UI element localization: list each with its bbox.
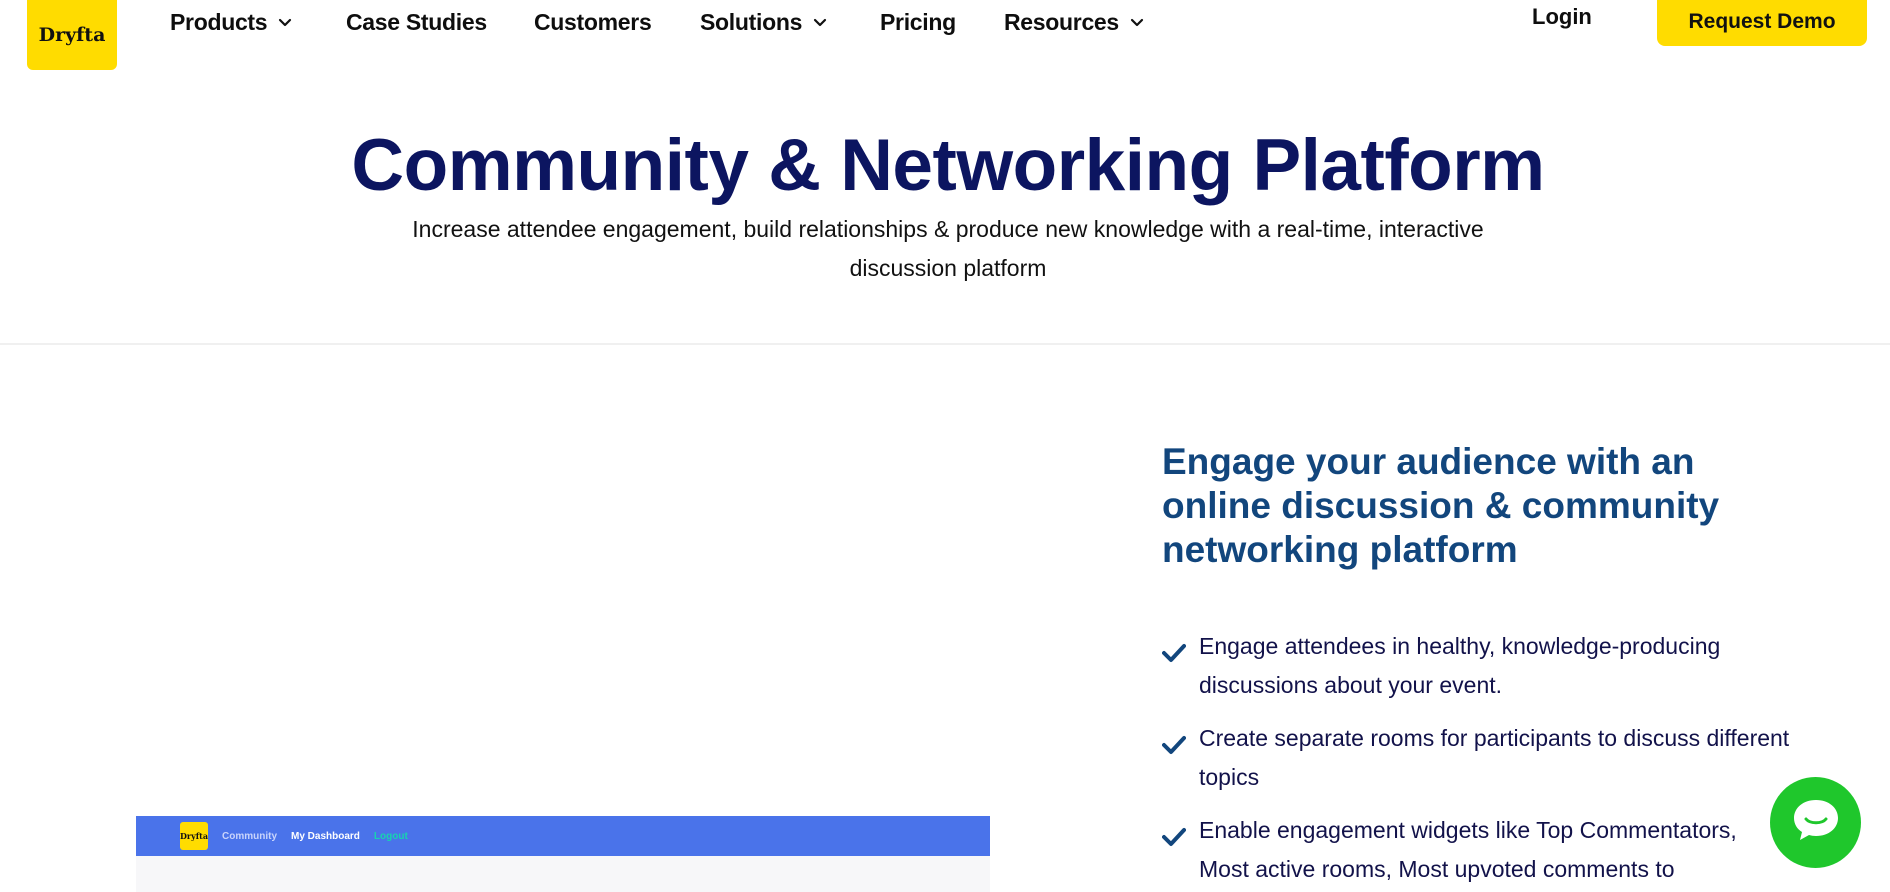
feature-item-text: Engage attendees in healthy, knowledge-p… bbox=[1199, 633, 1721, 698]
page-subtitle: Increase attendee engagement, build rela… bbox=[412, 216, 1484, 281]
nav-item-customers[interactable]: Customers bbox=[534, 8, 652, 36]
chevron-down-icon bbox=[277, 14, 293, 30]
feature-item-text: Enable engagement widgets like Top Comme… bbox=[1199, 817, 1737, 882]
feature-list: Engage attendees in healthy, knowledge-p… bbox=[1162, 627, 1792, 892]
nav-item-label: Customers bbox=[534, 8, 652, 35]
nav-item-pricing[interactable]: Pricing bbox=[880, 8, 956, 36]
chat-bubble-icon bbox=[1791, 797, 1841, 848]
dryfta-logo[interactable]: Dryfta bbox=[27, 0, 117, 70]
nav-item-label: Case Studies bbox=[346, 8, 487, 35]
check-icon bbox=[1162, 728, 1186, 754]
preview-link-dashboard: My Dashboard bbox=[291, 830, 360, 842]
login-link[interactable]: Login bbox=[1532, 4, 1592, 30]
feature-item-text: Create separate rooms for participants t… bbox=[1199, 725, 1790, 790]
preview-logo: Dryfta bbox=[180, 822, 208, 850]
nav-item-products[interactable]: Products bbox=[170, 8, 293, 36]
nav-item-case-studies[interactable]: Case Studies bbox=[346, 8, 487, 36]
section-divider bbox=[0, 343, 1890, 345]
nav-item-resources[interactable]: Resources bbox=[1004, 8, 1145, 36]
nav-item-label: Pricing bbox=[880, 8, 956, 35]
check-icon bbox=[1162, 820, 1186, 846]
preview-link-logout: Logout bbox=[373, 830, 408, 842]
list-item: Engage attendees in healthy, knowledge-p… bbox=[1162, 627, 1792, 704]
nav-item-label: Products bbox=[170, 8, 268, 35]
chevron-down-icon bbox=[812, 14, 828, 30]
request-demo-button[interactable]: Request Demo bbox=[1657, 0, 1867, 46]
product-screenshot: Dryfta Community My Dashboard Logout bbox=[136, 816, 990, 892]
preview-header-bar: Dryfta Community My Dashboard Logout bbox=[136, 816, 990, 856]
preview-link-community: Community bbox=[222, 830, 277, 842]
chevron-down-icon bbox=[1129, 14, 1145, 30]
page-title: Community & Networking Platform bbox=[351, 125, 1545, 206]
nav-item-solutions[interactable]: Solutions bbox=[700, 8, 828, 36]
nav-item-label: Resources bbox=[1004, 8, 1119, 35]
top-navigation: Dryfta Products Case Studies Customers S… bbox=[0, 0, 1890, 70]
feature-heading: Engage your audience with an online disc… bbox=[1162, 441, 1720, 570]
list-item: Enable engagement widgets like Top Comme… bbox=[1162, 811, 1792, 888]
list-item: Create separate rooms for participants t… bbox=[1162, 719, 1792, 796]
nav-item-label: Solutions bbox=[700, 8, 803, 35]
chat-widget-button[interactable] bbox=[1770, 777, 1861, 868]
check-icon bbox=[1162, 636, 1186, 662]
